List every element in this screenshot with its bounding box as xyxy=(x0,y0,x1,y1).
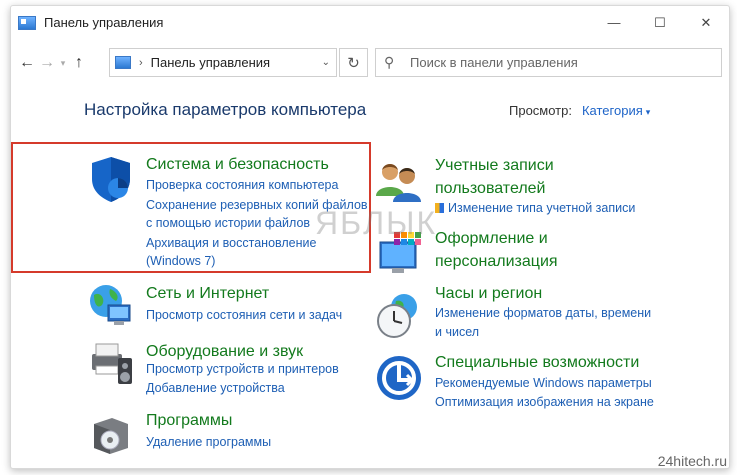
users-icon xyxy=(376,164,421,202)
search-icon: ⚲ xyxy=(384,54,395,70)
check-computer-status-link[interactable]: Проверка состояния компьютера xyxy=(146,176,338,194)
system-security-title[interactable]: Система и безопасность xyxy=(146,153,329,176)
user-accounts-title[interactable]: Учетные записи xyxy=(435,154,554,177)
clock-region-title[interactable]: Часы и регион xyxy=(435,282,542,305)
breadcrumb-separator-icon[interactable]: › xyxy=(139,57,143,69)
printer-speaker-icon xyxy=(92,343,132,384)
uninstall-program-link[interactable]: Удаление программы xyxy=(146,433,271,451)
site-credit: 24hitech.ru xyxy=(657,453,727,469)
address-dropdown-icon[interactable]: ⌄ xyxy=(322,57,330,68)
backup-restore-link-line2[interactable]: (Windows 7) xyxy=(146,252,215,270)
control-panel-small-icon xyxy=(115,56,131,69)
view-label: Просмотр: xyxy=(509,103,572,118)
up-arrow-icon[interactable]: ↑ xyxy=(69,54,89,72)
control-panel-icon xyxy=(18,15,36,30)
minimize-button[interactable]: — xyxy=(591,6,637,39)
title-bar: Панель управления — ☐ ✕ xyxy=(11,6,729,39)
view-selector: Просмотр: Категория ▾ xyxy=(509,103,650,118)
view-dropdown[interactable]: Категория xyxy=(582,103,643,118)
window-controls: — ☐ ✕ xyxy=(591,6,729,39)
appearance-title[interactable]: Оформление и xyxy=(435,227,548,250)
search-input[interactable]: Поиск в панели управления xyxy=(410,55,578,70)
breadcrumb[interactable]: Панель управления xyxy=(151,55,270,70)
change-account-type-link[interactable]: Изменение типа учетной записи xyxy=(435,199,635,217)
back-arrow-icon[interactable]: ← xyxy=(17,54,37,72)
user-accounts-title-line2[interactable]: пользователей xyxy=(435,177,546,200)
optimize-display-link[interactable]: Оптимизация изображения на экране xyxy=(435,393,654,411)
add-device-link[interactable]: Добавление устройства xyxy=(146,379,285,397)
network-status-link[interactable]: Просмотр состояния сети и задач xyxy=(146,306,342,324)
change-date-formats-link-line2[interactable]: и чисел xyxy=(435,323,479,341)
programs-box-icon xyxy=(94,418,128,454)
view-dropdown-arrow-icon[interactable]: ▾ xyxy=(646,107,651,117)
file-history-backup-link-line2[interactable]: с помощью истории файлов xyxy=(146,214,310,232)
page-heading: Настройка параметров компьютера xyxy=(84,100,367,119)
forward-arrow-icon[interactable]: → xyxy=(37,54,57,72)
appearance-title-line2[interactable]: персонализация xyxy=(435,250,558,273)
network-globe-icon xyxy=(90,285,131,325)
programs-title[interactable]: Программы xyxy=(146,409,232,432)
accessibility-icon xyxy=(377,356,421,400)
accessibility-title[interactable]: Специальные возможности xyxy=(435,351,639,374)
refresh-button[interactable]: ↻ xyxy=(339,48,368,77)
change-account-type-text[interactable]: Изменение типа учетной записи xyxy=(448,201,635,215)
address-box[interactable]: › Панель управления ⌄ xyxy=(109,48,337,77)
recent-locations-chevron-icon[interactable]: ▾ xyxy=(57,58,69,69)
window-title: Панель управления xyxy=(44,15,164,30)
maximize-button[interactable]: ☐ xyxy=(637,6,683,39)
refresh-icon: ↻ xyxy=(347,54,360,72)
change-date-formats-link[interactable]: Изменение форматов даты, времени xyxy=(435,304,651,322)
nav-buttons: ← → ▾ ↑ xyxy=(17,46,89,80)
backup-restore-link[interactable]: Архивация и восстановление xyxy=(146,234,316,252)
shield-icon xyxy=(92,157,130,202)
watermark: ЯБЛЫК xyxy=(315,205,438,241)
clock-globe-icon xyxy=(377,294,417,338)
recommended-settings-link[interactable]: Рекомендуемые Windows параметры xyxy=(435,374,652,392)
close-button[interactable]: ✕ xyxy=(683,6,729,39)
navigation-bar: ← → ▾ ↑ › Панель управления ⌄ ↻ ⚲ Поиск … xyxy=(11,46,729,80)
devices-printers-link[interactable]: Просмотр устройств и принтеров xyxy=(146,360,339,378)
network-internet-title[interactable]: Сеть и Интернет xyxy=(146,282,269,305)
search-box[interactable]: ⚲ Поиск в панели управления xyxy=(375,48,722,77)
